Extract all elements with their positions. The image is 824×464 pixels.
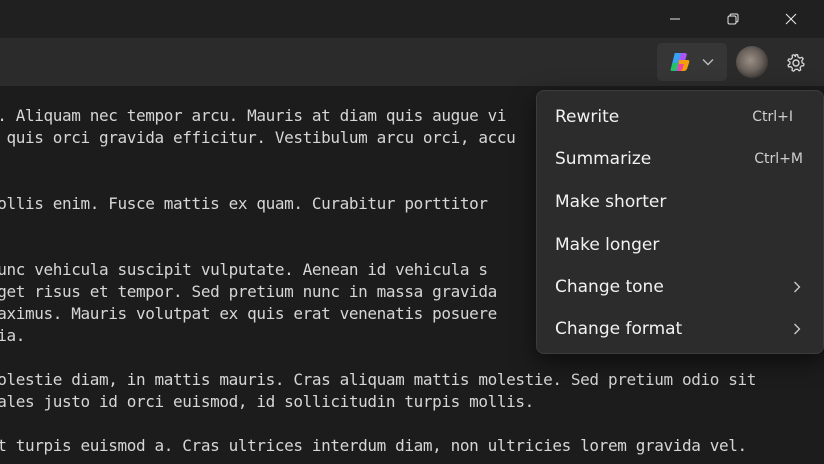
close-icon bbox=[785, 13, 797, 25]
restore-button[interactable] bbox=[704, 0, 762, 38]
text-line: eget risus et tempor. Sed pretium nunc i… bbox=[0, 282, 497, 301]
menu-item-label: Change format bbox=[555, 319, 683, 339]
minimize-icon bbox=[670, 18, 680, 20]
menu-item-shortcut: Ctrl+I bbox=[752, 109, 793, 125]
toolbar bbox=[0, 38, 824, 87]
text-line: t quis orci gravida efficitur. Vestibulu… bbox=[0, 128, 516, 147]
menu-item-make-shorter[interactable]: Make shorter bbox=[541, 182, 819, 222]
copilot-button[interactable] bbox=[657, 43, 727, 81]
menu-item-shortcut: Ctrl+M bbox=[754, 151, 803, 167]
menu-item-label: Make shorter bbox=[555, 192, 667, 212]
text-line: nia. bbox=[0, 326, 26, 345]
gear-icon bbox=[787, 53, 805, 72]
rewrite-menu: Rewrite Ctrl+I Summarize Ctrl+M Make sho… bbox=[536, 90, 824, 354]
menu-item-label: Change tone bbox=[555, 277, 664, 297]
settings-button[interactable] bbox=[780, 47, 812, 79]
menu-item-label: Summarize bbox=[555, 149, 652, 169]
menu-item-label: Make longer bbox=[555, 235, 660, 255]
copilot-icon bbox=[670, 53, 690, 71]
text-line: t. Aliquam nec tempor arcu. Mauris at di… bbox=[0, 106, 507, 125]
chevron-down-icon bbox=[702, 59, 714, 66]
text-line: mollis enim. Fusce mattis ex quam. Curab… bbox=[0, 194, 488, 213]
close-button[interactable] bbox=[762, 0, 820, 38]
text-line: Nunc vehicula suscipit vulputate. Aenean… bbox=[0, 260, 488, 279]
menu-item-make-longer[interactable]: Make longer bbox=[541, 225, 819, 265]
chevron-right-icon bbox=[794, 281, 801, 293]
text-line: molestie diam, in mattis mauris. Cras al… bbox=[0, 370, 756, 389]
menu-item-change-tone[interactable]: Change tone bbox=[541, 267, 819, 307]
text-line: maximus. Mauris volutpat ex quis erat ve… bbox=[0, 304, 497, 323]
text-line: dales justo id orci euismod, id sollicit… bbox=[0, 392, 534, 411]
text-line: at turpis euismod a. Cras ultrices inter… bbox=[0, 436, 747, 455]
menu-item-label: Rewrite bbox=[555, 107, 620, 127]
chevron-right-icon bbox=[794, 323, 801, 335]
menu-item-rewrite[interactable]: Rewrite Ctrl+I bbox=[541, 97, 819, 137]
menu-item-change-format[interactable]: Change format bbox=[541, 309, 819, 349]
menu-item-summarize[interactable]: Summarize Ctrl+M bbox=[541, 139, 819, 179]
minimize-button[interactable] bbox=[646, 0, 704, 38]
restore-icon bbox=[727, 13, 739, 25]
avatar[interactable] bbox=[736, 46, 768, 78]
title-bar bbox=[0, 0, 824, 38]
